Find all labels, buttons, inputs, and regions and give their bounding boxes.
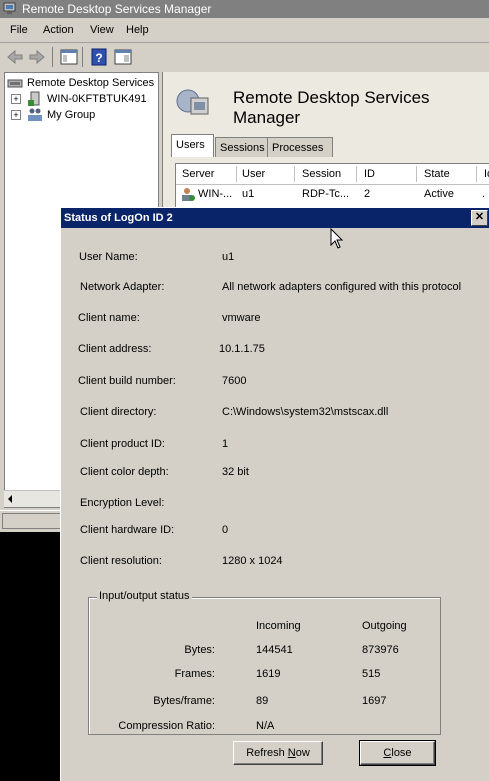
dialog-title: Status of LogOn ID 2 xyxy=(64,212,173,224)
scroll-left-icon[interactable] xyxy=(8,495,12,503)
forward-arrow-icon[interactable] xyxy=(27,47,47,67)
status-dialog: Status of LogOn ID 2 ✕ User Name: u1 Net… xyxy=(60,207,489,781)
cell-idle[interactable]: . xyxy=(482,188,485,200)
label-client-color-depth: Client color depth: xyxy=(80,466,169,478)
refresh-now-label-end: ow xyxy=(295,747,310,759)
back-arrow-icon[interactable] xyxy=(5,47,25,67)
value-client-resolution: 1280 x 1024 xyxy=(222,555,283,567)
value-client-name: vmware xyxy=(222,312,261,324)
close-label: lose xyxy=(391,747,412,759)
expand-icon[interactable]: + xyxy=(11,94,21,104)
rds-manager-logo-icon xyxy=(176,89,209,115)
toolbar: ? xyxy=(0,44,489,70)
header-divider xyxy=(176,184,489,185)
results-pane: Remote Desktop Services Manager Users Se… xyxy=(162,72,489,212)
main-title-bar[interactable]: Remote Desktop Services Manager xyxy=(0,0,489,18)
column-header-user[interactable]: User xyxy=(238,166,295,182)
refresh-now-label: Refresh xyxy=(246,747,288,759)
menu-file[interactable]: File xyxy=(10,24,28,36)
menu-action[interactable]: Action xyxy=(43,24,74,36)
dialog-title-bar[interactable]: Status of LogOn ID 2 ✕ xyxy=(61,208,489,228)
users-list[interactable]: Server User Session ID State Id WIN-... … xyxy=(175,163,489,210)
label-client-resolution: Client resolution: xyxy=(80,555,162,567)
user-icon xyxy=(182,188,195,201)
cell-session[interactable]: RDP-Tc... xyxy=(302,188,349,200)
toolbar-separator xyxy=(82,47,83,67)
menu-bar: File Action View Help xyxy=(0,20,489,43)
io-label-bytes: Bytes: xyxy=(184,644,215,656)
label-client-hardware-id: Client hardware ID: xyxy=(80,524,175,536)
value-user-name: u1 xyxy=(222,251,235,263)
incoming-header: Incoming xyxy=(256,620,301,632)
tree-item-group[interactable]: + My Group xyxy=(11,107,151,123)
refresh-now-button[interactable]: Refresh Now xyxy=(233,741,323,765)
io-outgoing-bytes: 873976 xyxy=(362,644,399,656)
close-button[interactable]: Close xyxy=(359,740,436,766)
value-client-hardware-id: 0 xyxy=(222,524,229,536)
tab-processes[interactable]: Processes xyxy=(267,137,333,157)
svg-text:?: ? xyxy=(95,51,102,65)
value-network-adapter: All network adapters configured with thi… xyxy=(222,281,462,293)
help-icon[interactable]: ? xyxy=(89,47,109,67)
label-user-name: User Name: xyxy=(79,251,138,263)
column-header-idle[interactable]: Id xyxy=(480,166,489,182)
mouse-cursor-icon xyxy=(330,228,344,249)
value-client-address: 10.1.1.75 xyxy=(219,343,265,355)
cell-state[interactable]: Active xyxy=(424,188,454,200)
tree-root-label: Remote Desktop Services M xyxy=(27,77,159,89)
server-manager-icon xyxy=(7,79,23,88)
io-label-bytes-per-frame: Bytes/frame: xyxy=(153,695,215,707)
tab-sessions[interactable]: Sessions xyxy=(215,137,269,157)
dialog-close-button[interactable]: ✕ xyxy=(471,210,488,226)
column-header-session[interactable]: Session xyxy=(298,166,357,182)
label-client-name: Client name: xyxy=(78,312,140,324)
show-hide-tree-icon[interactable] xyxy=(59,47,79,67)
menu-help[interactable]: Help xyxy=(126,24,149,36)
io-outgoing-frames: 515 xyxy=(362,668,381,680)
cell-user[interactable]: u1 xyxy=(242,188,254,200)
io-status-group: Input/output status Incoming Outgoing By… xyxy=(88,590,441,735)
label-client-product-id: Client product ID: xyxy=(80,438,165,450)
io-incoming-bytes-per-frame: 89 xyxy=(256,695,269,707)
tree-item-label: My Group xyxy=(47,109,96,121)
cell-id[interactable]: 2 xyxy=(364,188,370,200)
toolbar-separator xyxy=(52,47,53,67)
value-client-color-depth: 32 bit xyxy=(222,466,249,478)
io-incoming-bytes: 144541 xyxy=(256,644,293,656)
io-label-frames: Frames: xyxy=(174,668,215,680)
tab-users[interactable]: Users xyxy=(171,134,214,157)
label-network-adapter: Network Adapter: xyxy=(80,281,165,293)
panel-title: Remote Desktop Services Manager xyxy=(233,88,430,127)
io-incoming-frames: 1619 xyxy=(256,668,281,680)
io-label-compression-ratio: Compression Ratio: xyxy=(118,720,215,732)
tree-item-label: WIN-0KFTBTUK491 xyxy=(47,93,147,105)
app-icon xyxy=(3,2,16,14)
column-header-id[interactable]: ID xyxy=(360,166,417,182)
column-header-server[interactable]: Server xyxy=(178,166,237,182)
label-client-directory: Client directory: xyxy=(80,406,157,418)
value-client-directory: C:\Windows\system32\mstscax.dll xyxy=(222,406,389,418)
computer-icon xyxy=(28,91,40,106)
group-icon xyxy=(28,108,42,121)
menu-view[interactable]: View xyxy=(90,24,114,36)
column-header-state[interactable]: State xyxy=(420,166,477,182)
label-client-build: Client build number: xyxy=(78,375,176,387)
tree-item-server[interactable]: + WIN-0KFTBTUK491 xyxy=(11,91,151,107)
outgoing-header: Outgoing xyxy=(362,620,407,632)
value-client-product-id: 1 xyxy=(222,438,229,450)
label-client-address: Client address: xyxy=(78,343,152,355)
status-pane xyxy=(2,513,62,529)
io-status-title: Input/output status xyxy=(97,590,192,602)
cell-server[interactable]: WIN-... xyxy=(198,188,232,200)
label-encryption-level: Encryption Level: xyxy=(80,497,165,509)
refresh-now-accel: N xyxy=(287,747,296,759)
properties-pane-icon[interactable] xyxy=(113,47,133,67)
io-incoming-compression-ratio: N/A xyxy=(256,720,275,732)
main-title: Remote Desktop Services Manager xyxy=(22,2,212,16)
io-outgoing-bytes-per-frame: 1697 xyxy=(362,695,387,707)
value-client-build: 7600 xyxy=(222,375,247,387)
expand-icon[interactable]: + xyxy=(11,110,21,120)
